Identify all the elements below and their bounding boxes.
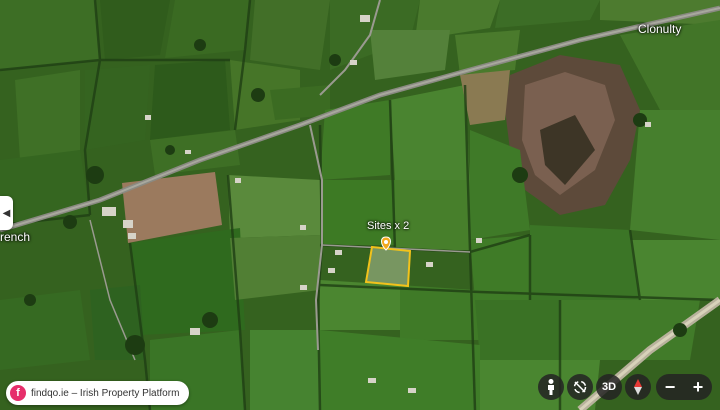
pegman-icon (548, 379, 554, 395)
site-plot-outline (364, 245, 412, 288)
badge-text: findqo.ie – Irish Property Platform (31, 387, 180, 399)
satellite-map[interactable]: Clonulty rench Sites x 2 ◀ f findqo.ie –… (0, 0, 720, 410)
findqo-logo: f (10, 385, 26, 401)
compass-icon (634, 379, 642, 395)
place-label-clonulty: Clonulty (638, 22, 682, 36)
satellite-imagery (0, 0, 720, 410)
zoom-out-button[interactable]: − (656, 374, 684, 400)
street-view-button[interactable] (538, 374, 564, 400)
place-label-west: rench (0, 230, 31, 244)
3d-view-button[interactable]: 3D (596, 374, 622, 400)
zoom-in-button[interactable]: + (684, 374, 712, 400)
site-label: Sites x 2 (367, 220, 410, 232)
findqo-badge[interactable]: f findqo.ie – Irish Property Platform (6, 381, 190, 405)
rotate-icon (573, 380, 587, 394)
collapse-panel-tab[interactable]: ◀ (0, 196, 13, 230)
chevron-left-icon: ◀ (2, 207, 11, 219)
compass-button[interactable] (625, 374, 651, 400)
rotate-view-button[interactable] (567, 374, 593, 400)
zoom-controls: − + (656, 374, 712, 400)
